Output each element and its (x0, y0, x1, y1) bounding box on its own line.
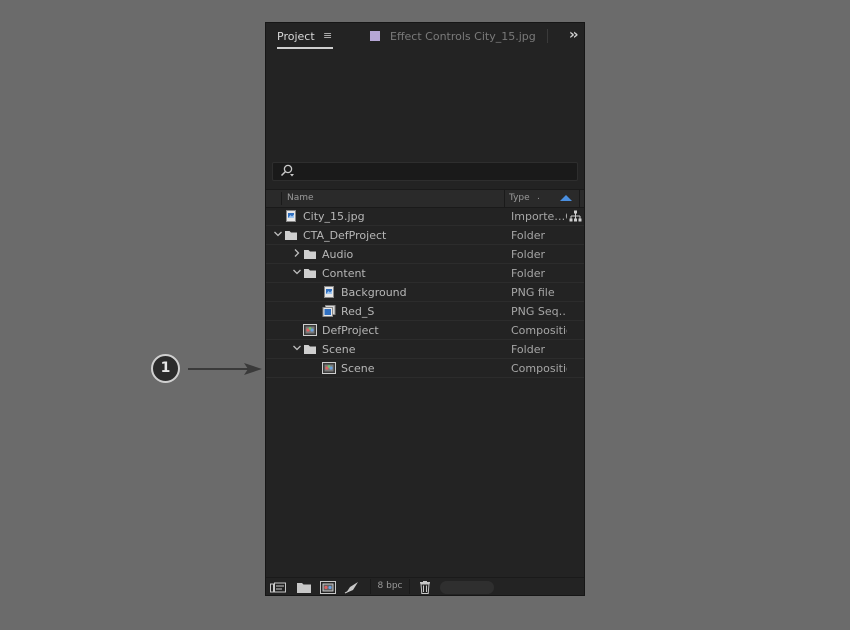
folder-icon (285, 231, 297, 240)
item-type: PNG file (511, 286, 555, 299)
effect-controls-swatch (370, 31, 380, 41)
item-name: CTA_DefProject (303, 229, 387, 242)
composition-icon (303, 324, 317, 336)
tab-project[interactable]: Project (277, 30, 315, 43)
chevron-down-icon[interactable] (292, 343, 302, 353)
item-name: Scene (322, 343, 356, 356)
item-type: Compositio (511, 362, 567, 375)
item-name: DefProject (322, 324, 379, 337)
project-list-item[interactable]: Background PNG file (266, 283, 584, 302)
item-name: Background (341, 286, 407, 299)
image-sequence-icon (322, 305, 336, 317)
item-name: City_15.jpg (303, 210, 365, 223)
item-type: Folder (511, 343, 545, 356)
column-header-row: Name Type . (266, 189, 584, 208)
column-separator[interactable] (579, 190, 580, 207)
horizontal-scrollbar[interactable] (440, 581, 494, 594)
item-type: Compositio (511, 324, 567, 337)
column-separator[interactable] (504, 190, 505, 207)
project-list-item[interactable]: Scene Compositio (266, 359, 584, 378)
trash-icon[interactable] (417, 581, 433, 594)
search-input[interactable] (272, 162, 578, 181)
sort-ascending-icon[interactable] (560, 195, 572, 201)
item-type: Importe…G (511, 210, 567, 223)
new-folder-icon[interactable] (296, 581, 312, 594)
project-item-list: City_15.jpg Importe…G CTA_DefProject Folder… (266, 207, 584, 378)
item-name: Content (322, 267, 366, 280)
item-type: Folder (511, 229, 545, 242)
panel-tab-bar: Project ≡ Effect Controls City_15.jpg ›› (266, 23, 584, 49)
item-type: Folder (511, 248, 545, 261)
hamburger-icon[interactable]: ≡ (323, 29, 332, 42)
column-header-type[interactable]: Type (509, 193, 530, 203)
chevron-right-icon[interactable] (292, 248, 302, 258)
folder-icon (304, 345, 316, 354)
bit-depth-button[interactable]: 8 bpc (370, 579, 410, 594)
search-icon (280, 164, 294, 177)
column-header-name[interactable]: Name (287, 193, 314, 203)
image-file-icon (324, 286, 334, 298)
project-list-item[interactable]: Audio Folder (266, 245, 584, 264)
chevron-down-icon[interactable] (273, 229, 283, 239)
project-list-item[interactable]: DefProject Compositio (266, 321, 584, 340)
composition-icon (322, 362, 336, 374)
project-list-item[interactable]: Red_S PNG Seq…e (266, 302, 584, 321)
item-name: Audio (322, 248, 354, 261)
interpret-footage-icon[interactable] (270, 581, 286, 594)
active-tab-underline (277, 47, 333, 49)
folder-icon (304, 250, 316, 259)
project-list-item[interactable]: City_15.jpg Importe…G (266, 207, 584, 226)
item-type: Folder (511, 267, 545, 280)
item-name: Scene (341, 362, 375, 375)
arrow-right-icon (188, 363, 262, 375)
project-list-item[interactable]: Content Folder (266, 264, 584, 283)
double-chevron-right-icon[interactable]: ›› (569, 27, 578, 43)
flowchart-icon[interactable] (569, 210, 582, 223)
project-panel: Project ≡ Effect Controls City_15.jpg ››… (265, 22, 585, 596)
render-queue-icon[interactable] (344, 581, 360, 594)
column-header-extra: . (537, 192, 540, 202)
tab-divider (547, 29, 548, 43)
item-name: Red_S (341, 305, 375, 318)
tab-effect-controls[interactable]: Effect Controls City_15.jpg (390, 30, 536, 43)
panel-footer: 8 bpc (266, 577, 584, 595)
project-list-item[interactable]: CTA_DefProject Folder (266, 226, 584, 245)
chevron-down-icon[interactable] (292, 267, 302, 277)
column-separator (281, 192, 282, 205)
step-callout-badge: 1 (151, 354, 180, 383)
new-composition-icon[interactable] (320, 581, 336, 594)
folder-icon (304, 269, 316, 278)
item-type: PNG Seq…e (511, 305, 567, 318)
image-file-icon (286, 210, 296, 222)
project-list-item[interactable]: Scene Folder (266, 340, 584, 359)
